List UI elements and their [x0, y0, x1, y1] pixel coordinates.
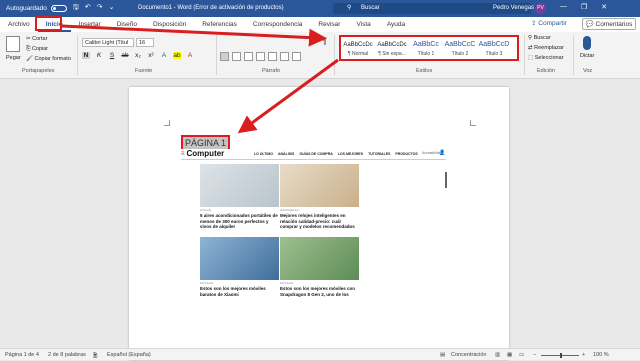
print-layout-icon[interactable]: ▦ — [507, 352, 512, 358]
arrow-to-heading — [237, 58, 339, 134]
status-bar: Página 1 de 4 2 de 8 palabras 🗎 Español … — [0, 348, 640, 360]
status-words[interactable]: 2 de 8 palabras — [48, 352, 86, 358]
zoom-slider-thumb[interactable] — [560, 353, 562, 358]
web-layout-icon[interactable]: ▭ — [519, 352, 524, 358]
arrow-to-styles — [61, 24, 327, 47]
status-page[interactable]: Página 1 de 4 — [5, 352, 39, 358]
focus-icon[interactable]: ▤ — [440, 352, 445, 358]
zoom-in-icon[interactable]: + — [582, 352, 585, 358]
annotation-arrows — [61, 24, 339, 134]
status-language[interactable]: Español (España) — [107, 352, 151, 358]
read-mode-icon[interactable]: ▥ — [495, 352, 500, 358]
zoom-out-icon[interactable]: − — [533, 352, 536, 358]
status-focus[interactable]: Concentración — [451, 352, 486, 358]
status-zoom[interactable]: 100 % — [593, 352, 609, 358]
